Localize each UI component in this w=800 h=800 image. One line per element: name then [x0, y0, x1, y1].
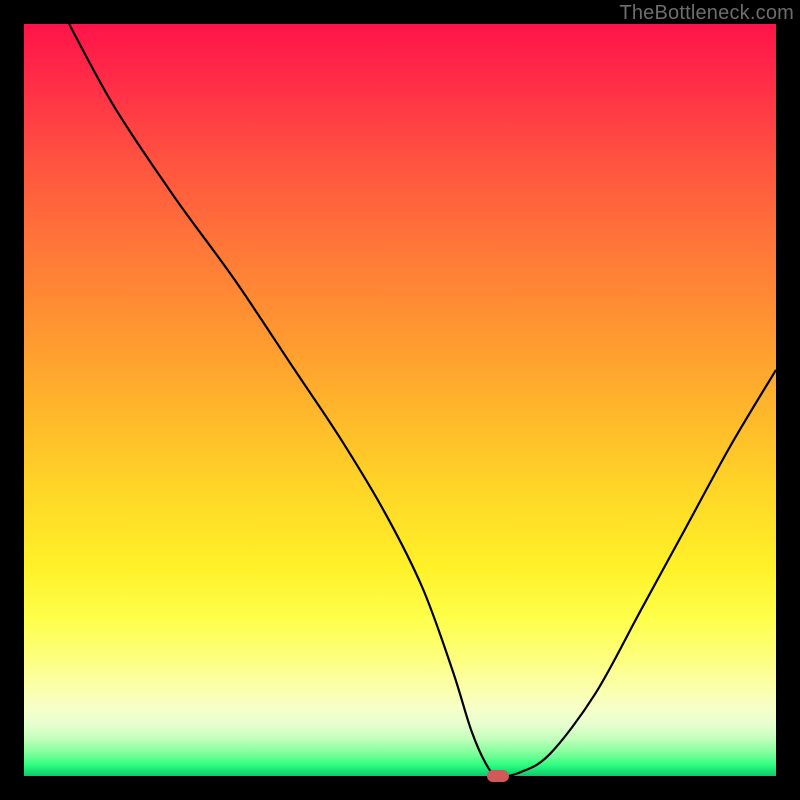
bottleneck-curve — [24, 24, 776, 776]
curve-path — [69, 24, 776, 776]
chart-frame: TheBottleneck.com — [0, 0, 800, 800]
watermark-text: TheBottleneck.com — [619, 2, 794, 25]
plot-area — [24, 24, 776, 776]
optimum-marker — [487, 770, 509, 782]
